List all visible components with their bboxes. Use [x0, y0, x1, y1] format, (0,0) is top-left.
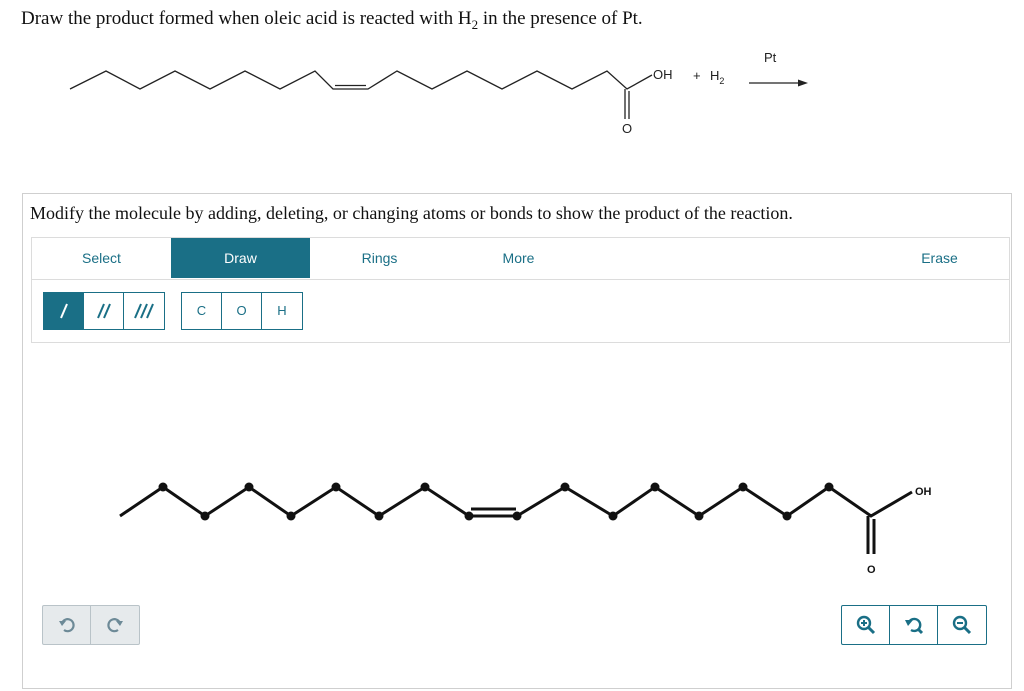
single-bond-icon [59, 303, 68, 319]
double-bond-button[interactable] [84, 293, 124, 329]
plus-sign: + [693, 68, 701, 83]
bond-tool-group [43, 292, 165, 330]
history-controls [42, 605, 140, 645]
tab-more[interactable]: More [449, 238, 588, 278]
zoom-in-icon [856, 615, 875, 635]
question-prefix: Draw the product formed when oleic acid … [21, 8, 472, 29]
reaction-scheme: OH O + H2 Pt [69, 50, 808, 136]
tab-rings[interactable]: Rings [310, 238, 449, 278]
zoom-controls [841, 605, 987, 645]
tab-select[interactable]: Select [32, 238, 171, 278]
redo-button[interactable] [91, 606, 139, 644]
editor-toolbar: Select Draw Rings More Erase C O H [31, 237, 1010, 343]
zoom-in-button[interactable] [842, 606, 890, 644]
zoom-reset-icon [904, 617, 923, 635]
question-text: Draw the product formed when oleic acid … [21, 8, 643, 33]
tab-erase[interactable]: Erase [870, 238, 1009, 278]
atom-hydrogen-button[interactable]: H [262, 293, 302, 329]
catalyst-label: Pt [764, 50, 777, 65]
redo-icon [107, 618, 123, 633]
reaction-arrow-head [798, 79, 808, 87]
zoom-out-icon [952, 615, 972, 635]
triple-bond-button[interactable] [124, 293, 164, 329]
undo-button[interactable] [43, 606, 91, 644]
instruction-text: Modify the molecule by adding, deleting,… [30, 203, 793, 223]
single-bond-button[interactable] [44, 293, 84, 329]
atom-oxygen-button[interactable]: O [222, 293, 262, 329]
oleic-acid-chain [69, 70, 653, 90]
canvas-o-label[interactable]: O [867, 564, 876, 576]
zoom-out-button[interactable] [938, 606, 986, 644]
zoom-reset-button[interactable] [890, 606, 938, 644]
double-bond-icon [96, 303, 111, 319]
tool-tabs: Select Draw Rings More Erase [32, 238, 1009, 280]
triple-bond-icon [134, 303, 154, 319]
atom-carbon-button[interactable]: C [182, 293, 222, 329]
undo-icon [58, 618, 75, 633]
question-suffix: in the presence of Pt. [478, 8, 643, 29]
tab-draw[interactable]: Draw [171, 238, 310, 278]
drawing-panel: Modify the molecule by adding, deleting,… [22, 193, 1012, 689]
atom-tool-group: C O H [181, 292, 303, 330]
reaction-oh-label: OH [653, 67, 673, 82]
canvas-oh-label[interactable]: OH [915, 486, 932, 498]
reaction-o-label: O [622, 121, 632, 136]
h2-label: H2 [710, 68, 724, 86]
